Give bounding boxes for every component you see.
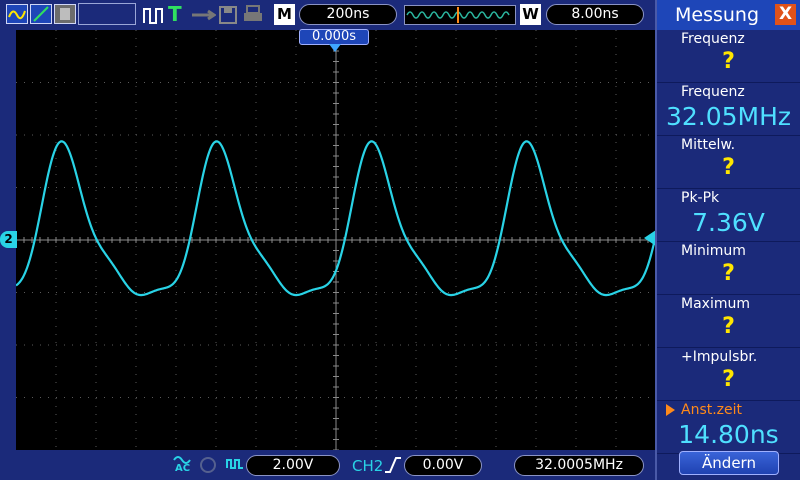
panel-title: Messung [675,4,760,26]
measurement-slot[interactable]: +Impulsbr.? [657,348,800,401]
coupling-label: AC [175,463,191,474]
measurement-value: 14.80ns [678,420,779,449]
selected-arrow-icon [666,404,675,416]
measurement-value: 32.05MHz [665,102,792,131]
channel-2-marker[interactable]: 2 [0,231,17,248]
top-status-bar: T M 200ns W 8.00ns [0,0,655,30]
measurement-value: ? [722,261,735,286]
measurement-value: ? [722,314,735,339]
measurement-slot[interactable]: Anst.zeit 14.80ns [657,401,800,454]
trigger-mark[interactable]: T [168,2,182,26]
measurement-label: Maximum [681,296,750,312]
measurement-slot[interactable]: Maximum? [657,295,800,348]
bottom-status-bar: AC 2.00V CH2 0.00V 32.0005MHz [0,450,655,480]
measurement-label: +Impulsbr. [681,349,758,365]
measurement-slot[interactable]: Frequenz 32.05MHz [657,83,800,136]
bw-limit-icon[interactable] [200,457,216,473]
close-button[interactable]: X [775,4,796,25]
pulse-icon[interactable] [142,5,166,29]
trigger-position-icon [329,44,341,52]
waveform-overview[interactable] [404,5,516,25]
trigger-time-tab[interactable]: 0.000s [299,29,369,45]
save-icon[interactable] [218,5,238,29]
measurement-slot[interactable]: Frequenz? [657,30,800,83]
measurement-label: Pk-Pk [681,190,720,206]
channel-2-label: 2 [4,232,13,246]
window-mark: W [520,4,541,25]
usb-icon [190,6,217,28]
measurement-slot[interactable]: Minimum? [657,242,800,295]
measurement-value: 7.36V [692,208,765,237]
measurement-panel: Messung X Frequenz? Frequenz 32.05MHz Mitte… [655,0,800,480]
ramp-icon[interactable] [30,4,52,24]
printer-icon[interactable] [242,5,264,29]
measurement-label: Anst.zeit [681,402,743,418]
persist-icon[interactable] [54,4,76,24]
panel-header: Messung X [657,0,800,30]
memory-mark: M [274,4,295,25]
measurement-slot[interactable]: Mittelw.? [657,136,800,189]
measurement-value: ? [722,367,735,392]
empty-status-box [78,3,136,25]
trigger-time-value: 0.000s [312,29,356,44]
timebase-value[interactable]: 200ns [299,4,397,25]
measurement-label: Frequenz [681,31,745,47]
window-value[interactable]: 8.00ns [546,4,644,25]
measurement-label: Frequenz [681,84,745,100]
volts-per-div-value[interactable]: 2.00V [246,455,340,476]
invert-icon[interactable] [226,456,244,478]
coupling-block[interactable]: AC [172,454,194,476]
trigger-level-value[interactable]: 0.00V [404,455,482,476]
run-mode-icon[interactable] [6,4,28,24]
close-icon: X [778,4,793,24]
measurement-value: ? [722,49,735,74]
edit-button[interactable]: Ändern [679,451,779,475]
frequency-counter-value[interactable]: 32.0005MHz [514,455,644,476]
waveform-display[interactable] [16,30,656,450]
measurement-slot[interactable]: Pk-Pk 7.36V [657,189,800,242]
rising-edge-icon [384,456,402,478]
measurement-label: Mittelw. [681,137,736,153]
measurement-label: Minimum [681,243,746,259]
trigger-source-label: CH2 [352,457,384,475]
measurement-value: ? [722,155,735,180]
